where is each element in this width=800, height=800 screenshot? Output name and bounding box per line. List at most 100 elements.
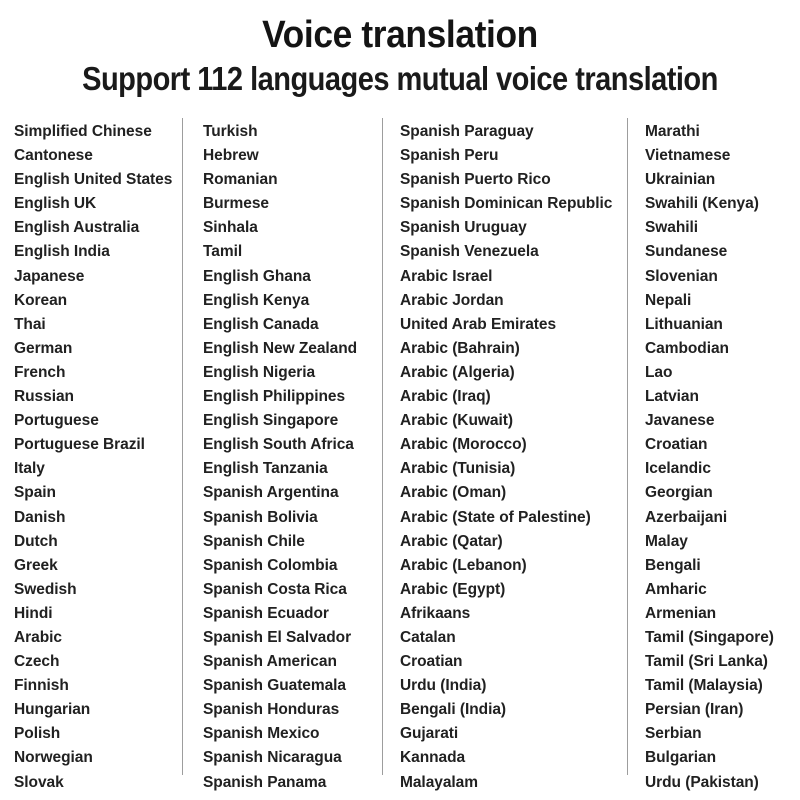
language-item: Danish — [14, 508, 66, 526]
language-item: Spain — [14, 484, 56, 502]
language-item: Spanish Dominican Republic — [400, 195, 613, 213]
language-item: Turkish — [203, 123, 258, 140]
language-item: Spanish Chile — [203, 532, 305, 550]
language-item: Cantonese — [14, 147, 93, 165]
language-item: Spanish Nicaragua — [203, 749, 342, 767]
language-item: Sundanese — [645, 243, 728, 261]
language-item: Dutch — [14, 532, 58, 550]
language-item: Russian — [14, 388, 74, 406]
language-item: Amharic — [645, 580, 707, 598]
language-item: Spanish Venezuela — [400, 243, 539, 261]
language-item: Arabic (Morocco) — [400, 436, 527, 454]
language-item: English Tanzania — [203, 460, 328, 478]
language-item: English Philippines — [203, 388, 346, 406]
language-item: Spanish Argentina — [203, 484, 339, 502]
language-item: Italy — [14, 460, 45, 478]
language-item: Spanish Honduras — [203, 701, 340, 719]
language-item: Arabic (Algeria) — [400, 363, 515, 381]
language-item: Swedish — [14, 580, 77, 598]
language-item: Spanish American — [203, 653, 337, 671]
language-item: Cambodian — [645, 339, 729, 357]
language-item: English New Zealand — [203, 339, 358, 357]
language-item: Arabic (State of Palestine) — [400, 508, 591, 526]
language-item: Thai — [14, 315, 46, 333]
language-item: Catalan — [400, 628, 456, 646]
language-item: Romanian — [203, 171, 278, 189]
language-item: English Singapore — [203, 412, 339, 430]
language-item: Arabic (Oman) — [400, 484, 507, 502]
language-item: Bulgarian — [645, 749, 717, 767]
language-item: Latvian — [645, 388, 699, 406]
language-column-3: Spanish Paraguay Spanish Peru Spanish Puer… — [382, 114, 627, 791]
language-item: Slovak — [14, 773, 64, 791]
language-item: Lao — [645, 363, 673, 381]
language-item: Malay — [645, 532, 688, 550]
language-item: Afrikaans — [400, 604, 471, 622]
language-item: Spanish Mexico — [203, 725, 320, 743]
language-item: Tamil — [203, 243, 243, 261]
language-item: Tamil (Sri Lanka) — [645, 653, 768, 671]
language-item: Azerbaijani — [645, 508, 728, 526]
language-item: Serbian — [645, 725, 702, 743]
language-item: Spanish El Salvador — [203, 628, 352, 646]
language-item: German — [14, 339, 73, 357]
language-item: Burmese — [203, 195, 269, 213]
language-item: Javanese — [645, 412, 715, 430]
language-item: Czech — [14, 653, 60, 671]
language-item: Urdu (India) — [400, 677, 487, 695]
language-item: Urdu (Pakistan) — [645, 773, 759, 791]
language-item: Arabic (Lebanon) — [400, 556, 527, 574]
language-column-4: Marathi Vietnamese Ukrainian Swahili (Kenya… — [627, 114, 800, 791]
language-item: Portuguese Brazil — [14, 436, 145, 454]
poster-header: Voice translation Support 112 languages … — [0, 0, 800, 99]
language-item: English Nigeria — [203, 363, 316, 381]
language-item: Greek — [14, 556, 58, 574]
language-item: English Kenya — [203, 291, 310, 309]
language-item: Arabic (Tunisia) — [400, 460, 516, 478]
language-item: Ukrainian — [645, 171, 716, 189]
language-item: Georgian — [645, 484, 713, 502]
page-subtitle: Support 112 languages mutual voice trans… — [82, 60, 718, 97]
language-item: Polish — [14, 725, 61, 743]
language-item: Arabic Jordan — [400, 291, 504, 309]
language-item: Spanish Uruguay — [400, 219, 527, 237]
language-item: Tamil (Singapore) — [645, 628, 774, 646]
language-item: Nepali — [645, 291, 692, 309]
language-item: Portuguese — [14, 412, 99, 430]
language-column-2: Turkish Hebrew Romanian Burmese Sinhala Tamil… — [182, 114, 382, 791]
language-item: Korean — [14, 291, 68, 309]
language-item: Spanish Puerto Rico — [400, 171, 551, 189]
language-item: Arabic (Egypt) — [400, 580, 506, 598]
language-item: Croatian — [645, 436, 708, 454]
language-item: Spanish Colombia — [203, 556, 338, 574]
language-item: Hebrew — [203, 147, 259, 165]
language-item: Spanish Panama — [203, 773, 327, 791]
language-item: Icelandic — [645, 460, 711, 478]
language-item: Spanish Peru — [400, 147, 499, 165]
language-item: English India — [14, 243, 110, 261]
language-item: Armenian — [645, 604, 717, 622]
language-item: Lithuanian — [645, 315, 723, 333]
language-item: Swahili — [645, 219, 699, 237]
language-item: Spanish Ecuador — [203, 604, 329, 622]
language-item: Croatian — [400, 653, 463, 671]
language-column-1: Simplified Chinese Cantonese English Unite… — [0, 114, 182, 791]
language-item: Tamil (Malaysia) — [645, 677, 763, 695]
language-item: English Australia — [14, 219, 140, 237]
language-item: Arabic Israel — [400, 267, 493, 285]
language-item: United Arab Emirates — [400, 315, 557, 333]
language-item: English UK — [14, 195, 97, 213]
language-item: English South Africa — [203, 436, 354, 454]
language-item: Persian (Iran) — [645, 701, 744, 719]
language-item: Simplified Chinese — [14, 123, 152, 140]
language-item: Norwegian — [14, 749, 93, 767]
language-item: Arabic (Kuwait) — [400, 412, 513, 430]
language-item: Arabic (Bahrain) — [400, 339, 520, 357]
language-item: Malayalam — [400, 773, 478, 791]
language-item: Sinhala — [203, 219, 258, 237]
language-item: Arabic (Qatar) — [400, 532, 503, 550]
language-item: Bengali (India) — [400, 701, 507, 719]
language-item: English Canada — [203, 315, 319, 333]
language-item: French — [14, 363, 66, 381]
page-title: Voice translation — [262, 14, 538, 56]
